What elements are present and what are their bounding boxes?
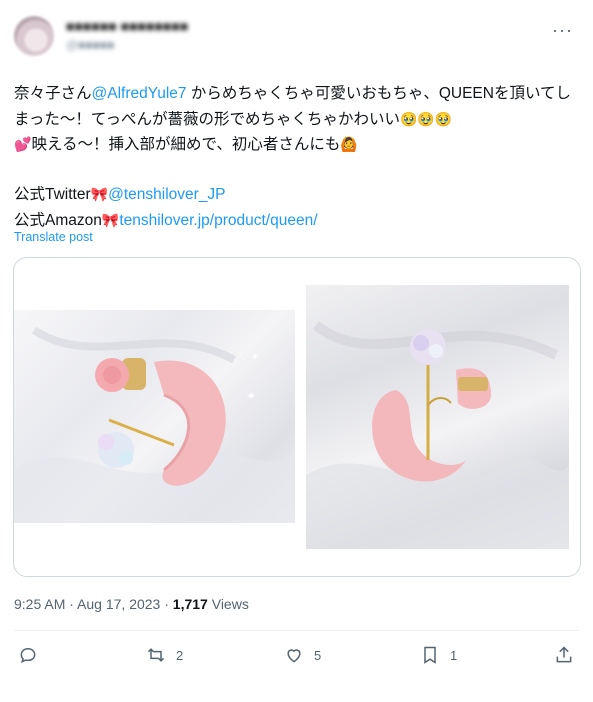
- share-button[interactable]: [554, 640, 574, 670]
- author-block[interactable]: ■■■■■■ ■■■■■■■■ @■■■■■: [66, 18, 326, 54]
- meta-separator: ·: [160, 596, 173, 612]
- retweet-button[interactable]: 2: [146, 640, 183, 670]
- reply-button[interactable]: [18, 640, 48, 670]
- tweet-text-part: 奈々子さん: [14, 85, 92, 102]
- translate-post-link[interactable]: Translate post: [14, 230, 93, 244]
- twitter-account-link[interactable]: @tenshilover_JP: [108, 186, 225, 203]
- official-amazon-label: 公式Amazon: [14, 211, 102, 229]
- tweet-time[interactable]: 9:25 AM: [14, 596, 65, 612]
- product-photo-1[interactable]: ♡ ✦ ✦: [14, 310, 295, 523]
- tweet-date[interactable]: Aug 17, 2023: [77, 596, 160, 612]
- tweet-text: 奈々子さん@AlfredYule7 からめちゃくちゃ可愛いおもちゃ、QUEENを…: [14, 82, 580, 233]
- bookmark-button[interactable]: 1: [420, 640, 457, 670]
- like-button[interactable]: 5: [284, 640, 321, 670]
- share-icon: [556, 646, 572, 663]
- divider: [14, 630, 579, 631]
- views-label: Views: [207, 596, 249, 612]
- bookmark-count: 1: [450, 647, 458, 663]
- author-handle[interactable]: @■■■■■: [66, 38, 326, 52]
- more-options-icon[interactable]: ···: [552, 20, 573, 41]
- retweet-icon: [147, 648, 165, 662]
- person-gesturing-ok-emoji-icon: 🙆: [340, 136, 358, 152]
- action-bar: 2 5 1: [14, 640, 579, 670]
- ribbon-emoji-icon: 🎀: [101, 211, 120, 228]
- author-name[interactable]: ■■■■■■ ■■■■■■■■: [66, 18, 326, 34]
- svg-text:✦: ✦: [246, 389, 256, 403]
- amazon-product-link[interactable]: tenshilover.jp/product/queen/: [119, 212, 317, 229]
- retweet-count: 2: [176, 647, 184, 663]
- product-photo-2[interactable]: [306, 285, 569, 549]
- mention-link[interactable]: @AlfredYule7: [92, 85, 187, 102]
- tweet-meta: 9:25 AM · Aug 17, 2023 · 1,717 Views: [14, 596, 249, 612]
- like-count: 5: [314, 647, 322, 663]
- meta-separator: ·: [65, 596, 78, 612]
- media-container: ♡ ✦ ✦: [13, 257, 581, 577]
- reply-icon: [20, 647, 36, 664]
- tweet-header: ■■■■■■ ■■■■■■■■ @■■■■■ ···: [14, 16, 579, 60]
- pleading-face-emoji-icon: 🥹🥹🥹: [399, 110, 453, 127]
- heart-icon: [287, 649, 301, 663]
- two-hearts-emoji-icon: 💕: [14, 136, 32, 152]
- bookmark-icon: [424, 646, 436, 664]
- official-twitter-label: 公式Twitter: [14, 186, 91, 203]
- avatar[interactable]: [14, 16, 54, 56]
- tweet-text-part: 映える〜！挿入部が細めで、初心者さんにも: [31, 136, 341, 153]
- svg-text:♡ ✦: ♡ ✦: [239, 352, 259, 363]
- ribbon-emoji-icon: 🎀: [90, 186, 109, 202]
- views-count: 1,717: [172, 596, 208, 612]
